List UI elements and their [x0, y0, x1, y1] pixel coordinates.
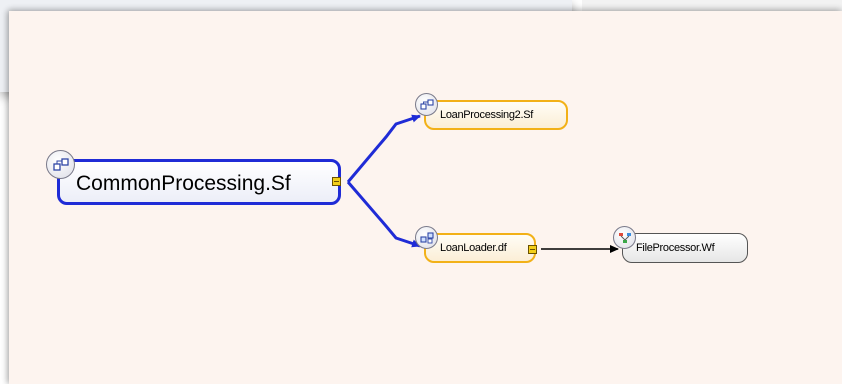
workflow-icon [613, 226, 636, 249]
node-label: CommonProcessing.Sf [76, 172, 291, 195]
output-connector[interactable] [528, 245, 537, 254]
edge-main-to-loanprocessing2[interactable] [346, 114, 421, 183]
node-fileprocessor[interactable]: FileProcessor.Wf [622, 233, 748, 263]
subflow-icon [46, 150, 75, 179]
node-label: LoanProcessing2.Sf [440, 109, 534, 121]
node-loanloader[interactable]: LoanLoader.df [424, 233, 536, 263]
node-label: LoanLoader.df [440, 242, 507, 254]
node-label: FileProcessor.Wf [636, 242, 715, 254]
output-connector[interactable] [332, 177, 341, 186]
node-commonprocessing[interactable]: CommonProcessing.Sf [57, 159, 341, 205]
dataflow-icon [415, 226, 438, 249]
subflow-icon [415, 93, 438, 116]
edge-main-to-loanloader[interactable] [346, 181, 421, 248]
node-loanprocessing2[interactable]: LoanProcessing2.Sf [424, 100, 568, 130]
